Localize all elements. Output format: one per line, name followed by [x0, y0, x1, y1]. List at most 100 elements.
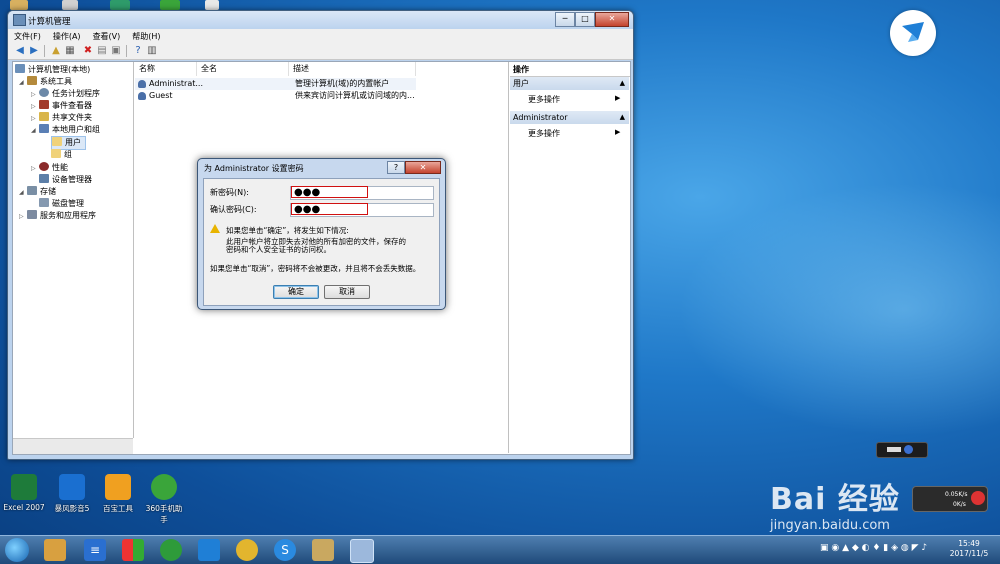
- taskbar-clock[interactable]: 15:49 2017/11/5: [944, 539, 994, 559]
- actions-header: 操作: [510, 62, 630, 77]
- collapse-icon[interactable]: ▲: [620, 111, 625, 124]
- new-password-field[interactable]: ●●●: [290, 186, 434, 200]
- 360-assistant-icon: [151, 474, 177, 500]
- actions-section-administrator[interactable]: Administrator ▲: [510, 111, 629, 124]
- window-title: 计算机管理: [28, 17, 71, 27]
- table-row[interactable]: Guest 供来宾访问计算机或访问域的内...: [135, 90, 416, 102]
- tree-item-event-viewer[interactable]: ▷ 事件查看器: [31, 100, 92, 112]
- desktop-icon-excel[interactable]: Excel 2007: [2, 474, 46, 512]
- forward-arrow-icon[interactable]: ▶: [28, 45, 40, 57]
- excel-icon: [11, 474, 37, 500]
- accelerator-icon[interactable]: [971, 491, 985, 505]
- gadget-icon: [887, 447, 901, 452]
- menu-view[interactable]: 查看(V): [87, 29, 127, 43]
- set-password-dialog[interactable]: 为 Administrator 设置密码 ? ✕ 新密码(N): ●●● 确认密…: [197, 158, 446, 310]
- taskbar: ≡ S ▣ ◉ ▲ ◆ ◐ ♦ ▮ ◈ ◍ ◤ ♪ 15:49 2017/11/…: [0, 535, 1000, 564]
- tree-item-system-tools[interactable]: ◢ 系统工具: [19, 76, 72, 88]
- taskbar-app-sogou[interactable]: S: [274, 539, 296, 561]
- dialog-close-button[interactable]: ✕: [405, 161, 441, 174]
- warning-icon: [210, 224, 220, 233]
- tree-item-groups[interactable]: 组: [51, 149, 72, 161]
- tree-horizontal-scrollbar[interactable]: [13, 438, 133, 454]
- taskbar-app-qq-pet[interactable]: [44, 539, 66, 561]
- desktop-icon-partial-4[interactable]: [160, 0, 180, 10]
- taskbar-app-360-browser[interactable]: [160, 539, 182, 561]
- menu-action[interactable]: 操作(A): [47, 29, 87, 43]
- close-button[interactable]: ✕: [595, 12, 629, 27]
- gadget-help-icon[interactable]: [904, 445, 913, 454]
- actions-section-users[interactable]: 用户 ▲: [510, 77, 629, 90]
- menu-help[interactable]: 帮助(H): [126, 29, 166, 43]
- tree-item-root[interactable]: 计算机管理(本地): [15, 64, 90, 76]
- taskbar-app-chrome[interactable]: [236, 539, 258, 561]
- minimize-button[interactable]: ─: [555, 12, 575, 27]
- folder-icon: [51, 149, 61, 158]
- desktop-icon-partial-5[interactable]: [205, 0, 219, 10]
- upload-speed: 0.05K/s: [945, 491, 968, 498]
- taskbar-app-list[interactable]: ≡: [84, 539, 106, 561]
- column-header-description[interactable]: 描述: [289, 62, 416, 76]
- user-icon: [138, 92, 146, 100]
- tree-item-shared-folders[interactable]: ▷ 共享文件夹: [31, 112, 92, 124]
- tree-item-storage[interactable]: ◢ 存储: [19, 186, 56, 198]
- show-tree-icon[interactable]: ▦: [64, 45, 76, 57]
- table-row[interactable]: Administrat... 管理计算机(域)的内置帐户: [135, 78, 416, 90]
- shared-folder-icon: [39, 112, 49, 121]
- tree-item-performance[interactable]: ▷ 性能: [31, 162, 68, 174]
- properties-icon[interactable]: ▤: [96, 45, 108, 57]
- users-icon: [39, 124, 49, 133]
- up-folder-icon[interactable]: ▲: [50, 45, 62, 57]
- taskbar-app-tiles[interactable]: [122, 539, 144, 561]
- tools-icon: [27, 76, 37, 85]
- user-icon: [138, 80, 146, 88]
- new-password-value: ●●●: [291, 186, 368, 198]
- tree-item-disk-management[interactable]: 磁盘管理: [39, 198, 84, 210]
- system-tray-icons[interactable]: ▣ ◉ ▲ ◆ ◐ ♦ ▮ ◈ ◍ ◤ ♪: [820, 543, 927, 553]
- more-actions-administrator[interactable]: 更多操作 ▶: [528, 128, 620, 139]
- taskbar-app-computer-management[interactable]: [350, 539, 374, 563]
- confirm-password-field[interactable]: ●●●: [290, 203, 434, 217]
- desktop-icon-partial-3[interactable]: [110, 0, 130, 10]
- dialog-body: 新密码(N): ●●● 确认密码(C): ●●● 如果您单击“确定”，将发生如下…: [203, 178, 440, 306]
- taskbar-app-paint[interactable]: [312, 539, 334, 561]
- window-titlebar[interactable]: 计算机管理 ─ □ ✕: [8, 11, 633, 29]
- tree-item-users[interactable]: 用户: [51, 136, 86, 150]
- tree-item-local-users-groups[interactable]: ◢ 本地用户和组: [31, 124, 100, 136]
- maximize-button[interactable]: □: [575, 12, 595, 27]
- clock-date: 2017/11/5: [949, 549, 989, 558]
- menu-file[interactable]: 文件(F): [8, 29, 47, 43]
- desktop-icon-partial-1[interactable]: [10, 0, 28, 10]
- desktop-icon-360-assistant[interactable]: 360手机助手: [142, 474, 186, 525]
- submenu-arrow-icon: ▶: [615, 128, 621, 136]
- delete-icon[interactable]: ✖: [82, 45, 94, 57]
- dialog-help-button[interactable]: ?: [387, 161, 405, 174]
- desktop-icon-baofeng[interactable]: 暴风影音5: [50, 474, 94, 514]
- taskbar-app-bird[interactable]: [198, 539, 220, 561]
- services-icon: [27, 210, 37, 219]
- column-header-fullname[interactable]: 全名: [197, 62, 289, 76]
- tree-item-device-manager[interactable]: 设备管理器: [39, 174, 92, 186]
- help-icon[interactable]: ?: [132, 45, 144, 57]
- desktop-icon-baibao[interactable]: 百宝工具: [96, 474, 140, 514]
- tree-item-task-scheduler[interactable]: ▷ 任务计划程序: [31, 88, 100, 100]
- toolbar-divider: [126, 45, 127, 57]
- computer-icon: [15, 64, 25, 73]
- desktop-icon-partial-2[interactable]: [62, 0, 78, 10]
- ok-button[interactable]: 确定: [273, 285, 319, 299]
- navigation-tree: 计算机管理(本地) ◢ 系统工具 ▷ 任务计划程序 ▷ 事件查看器 ▷ 共享文件夹 ◢ 本…: [13, 62, 134, 438]
- tree-item-services-apps[interactable]: ▷ 服务和应用程序: [19, 210, 96, 222]
- back-arrow-icon[interactable]: ◀: [14, 45, 26, 57]
- more-actions-users[interactable]: 更多操作 ▶: [528, 94, 620, 105]
- export-list-icon[interactable]: ▣: [110, 45, 122, 57]
- toolbar: ◀ ▶ ▲ ▦ ✖ ▤ ▣ ? ▥: [8, 43, 633, 60]
- column-header-name[interactable]: 名称: [135, 62, 197, 76]
- mmc-panel-icon[interactable]: ▥: [146, 45, 158, 57]
- start-button[interactable]: [5, 538, 29, 562]
- network-speed-monitor[interactable]: 0.05K/s 0K/s: [912, 486, 988, 512]
- watermark-logo-text: Bai 经验: [770, 482, 900, 517]
- clock-time: 15:49: [958, 539, 980, 548]
- desktop-gadget[interactable]: [876, 442, 928, 458]
- cancel-button[interactable]: 取消: [324, 285, 370, 299]
- collapse-icon[interactable]: ▲: [620, 77, 625, 90]
- app-bird-icon[interactable]: [890, 10, 936, 56]
